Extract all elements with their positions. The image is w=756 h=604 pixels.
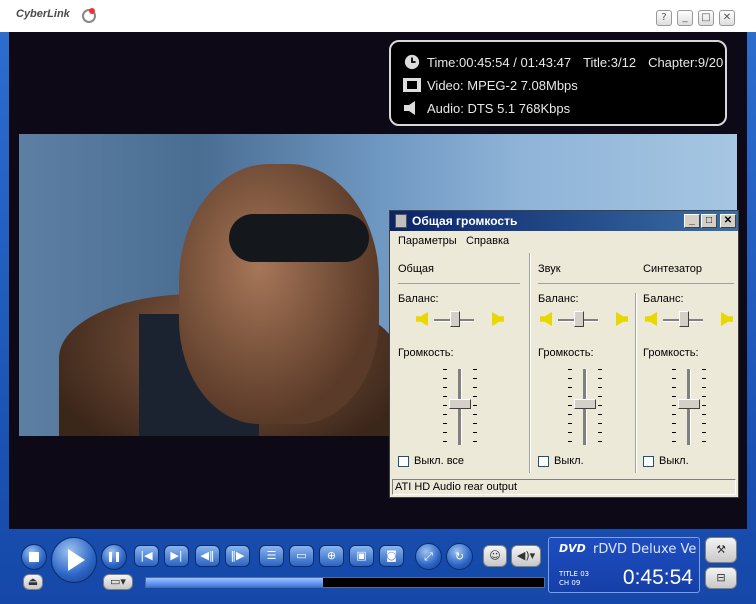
balance-label: Баланс: bbox=[538, 293, 579, 305]
drive-icon: ▭▾ bbox=[110, 575, 126, 588]
time-readout: Time:00:45:54 / 01:43:47 bbox=[427, 54, 572, 70]
tools-icon: ⚒ bbox=[716, 543, 726, 556]
play-button[interactable] bbox=[51, 537, 97, 583]
drive-select-button[interactable]: ▭▾ bbox=[103, 574, 133, 590]
capture-button[interactable]: ◙ bbox=[379, 545, 404, 567]
mixer-title: Общая громкость bbox=[412, 214, 518, 228]
balance-slider-synth[interactable] bbox=[641, 309, 751, 331]
mute-all-checkbox[interactable]: Выкл. все bbox=[398, 455, 464, 467]
product-name: rDVD Deluxe Ve bbox=[593, 542, 697, 557]
close-button[interactable]: ✕ bbox=[719, 10, 735, 26]
expand-icon: ⊟ bbox=[716, 571, 726, 584]
step-back-icon: ◀‖ bbox=[200, 549, 215, 562]
step-back-button[interactable]: ◀‖ bbox=[195, 545, 220, 567]
volume-slider-sound[interactable] bbox=[568, 369, 602, 447]
subtitle-icon: ▭ bbox=[296, 549, 307, 562]
column-title-sound: Звук bbox=[538, 263, 561, 275]
camera-icon: ◙ bbox=[386, 549, 397, 562]
video-info: Video: MPEG-2 7.08Mbps bbox=[427, 77, 578, 93]
mute-sound-checkbox[interactable]: Выкл. bbox=[538, 455, 584, 467]
clock-icon bbox=[404, 54, 420, 70]
mute-sound-label: Выкл. bbox=[554, 455, 584, 467]
separator bbox=[398, 283, 520, 284]
mixer-title-bar: Общая громкость _ □ ✕ bbox=[390, 211, 738, 231]
zoom-icon: ⤢ bbox=[424, 550, 433, 563]
minimize-button[interactable]: _ bbox=[677, 10, 693, 26]
control-panel: |◀ ▶| ◀‖ ‖▶ ☰ ▭ ⊕ ▣ ◙ ⤢ ↻ ☺ ◀)▾ ⏏ ▭▾ DVD… bbox=[9, 534, 747, 596]
previous-chapter-button[interactable]: |◀ bbox=[134, 545, 159, 567]
stop-button[interactable] bbox=[21, 544, 47, 570]
balance-label: Баланс: bbox=[643, 293, 684, 305]
column-title-general: Общая bbox=[398, 263, 434, 275]
mute-synth-label: Выкл. bbox=[659, 455, 689, 467]
audio-button[interactable]: ▣ bbox=[349, 545, 374, 567]
pause-icon bbox=[109, 552, 119, 562]
zoom-button[interactable]: ⤢ bbox=[415, 543, 442, 570]
film-icon bbox=[403, 78, 421, 92]
volume-mixer-window: Общая громкость _ □ ✕ Параметры Справка … bbox=[389, 210, 739, 498]
subtitle-button[interactable]: ▭ bbox=[289, 545, 314, 567]
angle-icon: ⊕ bbox=[326, 549, 337, 562]
volume-label: Громкость: bbox=[538, 347, 594, 359]
mixer-speaker-icon bbox=[395, 214, 407, 228]
mute-synth-checkbox[interactable]: Выкл. bbox=[643, 455, 689, 467]
balance-label: Баланс: bbox=[398, 293, 439, 305]
chapter-readout: Chapter:9/20 bbox=[648, 54, 724, 70]
play-icon bbox=[68, 549, 85, 571]
time-display: 0:45:54 bbox=[622, 566, 693, 589]
mixer-status-bar: ATI HD Audio rear output bbox=[392, 479, 736, 495]
volume-button[interactable]: ◀)▾ bbox=[511, 545, 541, 567]
maximize-button[interactable]: □ bbox=[698, 10, 714, 26]
audio-icon: ▣ bbox=[356, 549, 367, 562]
step-forward-icon: ‖▶ bbox=[230, 549, 245, 562]
person-icon: ☺ bbox=[489, 549, 501, 562]
pause-button[interactable] bbox=[101, 544, 127, 570]
seek-progress bbox=[146, 578, 324, 587]
angle-button[interactable]: ⊕ bbox=[319, 545, 344, 567]
dvd-logo: DVD bbox=[559, 542, 586, 555]
volume-label: Громкость: bbox=[643, 347, 699, 359]
help-button[interactable]: ? bbox=[656, 10, 672, 26]
mute-all-label: Выкл. все bbox=[414, 455, 465, 467]
separator bbox=[538, 283, 734, 284]
mixer-minimize-button[interactable]: _ bbox=[684, 214, 700, 228]
title-bar: CyberLink ? _ □ ✕ bbox=[0, 0, 756, 32]
mixer-maximize-button[interactable]: □ bbox=[701, 214, 717, 228]
balance-slider-general[interactable] bbox=[412, 309, 522, 331]
app-icon[interactable] bbox=[82, 8, 96, 23]
volume-label: Громкость: bbox=[398, 347, 454, 359]
step-forward-button[interactable]: ‖▶ bbox=[225, 545, 250, 567]
expand-button[interactable]: ⊟ bbox=[705, 567, 737, 589]
menu-help[interactable]: Справка bbox=[466, 233, 509, 249]
next-chapter-button[interactable]: ▶| bbox=[164, 545, 189, 567]
speaker-icon bbox=[404, 101, 415, 115]
player-window: CyberLink ? _ □ ✕ Time:00:45:54 / 01:43:… bbox=[0, 0, 756, 604]
eject-button[interactable]: ⏏ bbox=[23, 574, 43, 590]
eject-icon: ⏏ bbox=[27, 575, 39, 588]
audio-info: Audio: DTS 5.1 768Kbps bbox=[427, 100, 571, 116]
status-display: DVD rDVD Deluxe Ve TITLE 03 CH 09 0:45:5… bbox=[548, 537, 700, 593]
column-title-synth: Синтезатор bbox=[643, 263, 703, 275]
info-overlay: Time:00:45:54 / 01:43:47 Title:3/12 Chap… bbox=[389, 40, 727, 126]
seek-bar[interactable] bbox=[145, 577, 545, 588]
stop-icon bbox=[29, 552, 39, 562]
mixer-close-button[interactable]: ✕ bbox=[720, 214, 736, 228]
title-readout: Title:3/12 bbox=[583, 54, 637, 70]
menu-parameters[interactable]: Параметры bbox=[398, 233, 457, 249]
balance-slider-sound[interactable] bbox=[536, 309, 646, 331]
repeat-icon: ↻ bbox=[454, 550, 465, 563]
volume-slider-general[interactable] bbox=[443, 369, 477, 447]
menu-icon: ☰ bbox=[266, 549, 277, 562]
repeat-button[interactable]: ↻ bbox=[446, 543, 473, 570]
volume-icon: ◀)▾ bbox=[516, 549, 536, 562]
karaoke-button[interactable]: ☺ bbox=[483, 545, 507, 567]
volume-slider-synth[interactable] bbox=[672, 369, 706, 447]
column-divider bbox=[529, 253, 531, 473]
skip-back-icon: |◀ bbox=[140, 549, 153, 562]
title-chapter-readout: TITLE 03 CH 09 bbox=[559, 570, 590, 587]
skip-forward-icon: ▶| bbox=[170, 549, 183, 562]
settings-button[interactable]: ⚒ bbox=[705, 537, 737, 563]
cyberlink-logo: CyberLink bbox=[16, 8, 70, 20]
menu-button[interactable]: ☰ bbox=[259, 545, 284, 567]
